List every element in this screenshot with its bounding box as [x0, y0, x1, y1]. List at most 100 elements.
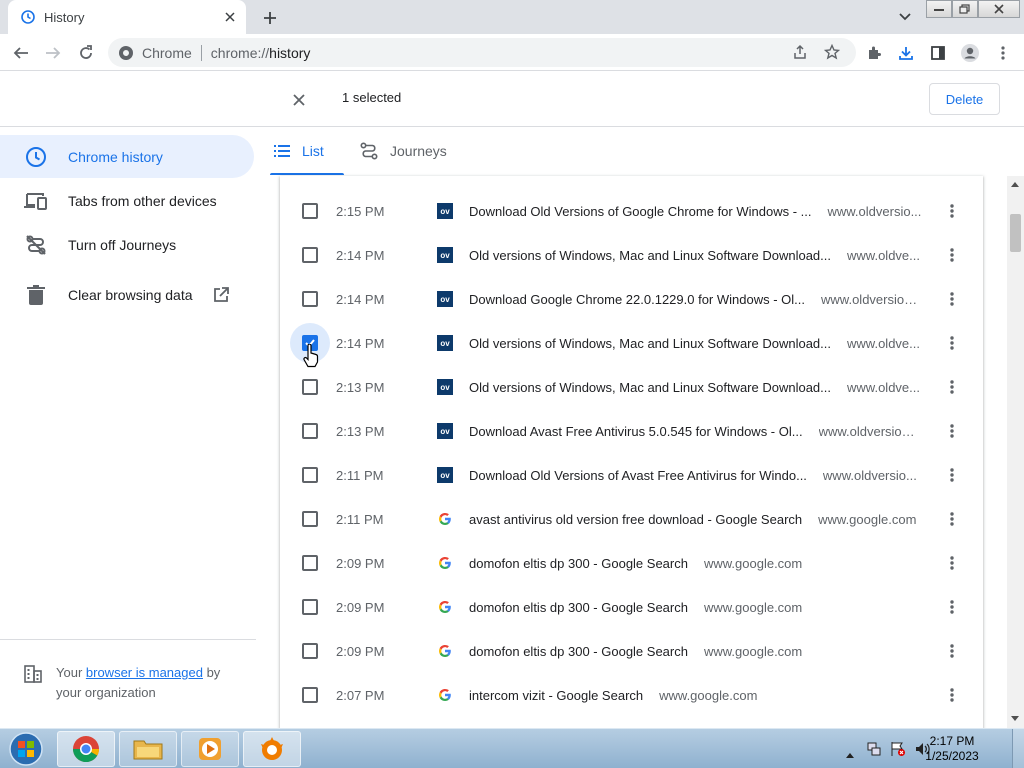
tab-history[interactable]: History: [8, 0, 246, 34]
history-row[interactable]: 2:15 PM ov Download Old Versions of Google…: [280, 189, 983, 233]
scrollbar-thumb[interactable]: [1010, 214, 1021, 252]
extensions-icon[interactable]: [861, 40, 887, 66]
more-actions-icon[interactable]: [940, 199, 964, 223]
page-title-link[interactable]: Download Old Versions of Google Chrome f…: [469, 204, 811, 219]
explorer-icon[interactable]: [119, 731, 177, 767]
page-title-link[interactable]: avast antivirus old version free downloa…: [469, 512, 802, 527]
google-favicon-icon: [437, 687, 453, 703]
scroll-down-arrow[interactable]: [1011, 716, 1019, 721]
page-title-link[interactable]: intercom vizit - Google Search: [469, 688, 643, 703]
menu-kebab-icon[interactable]: [990, 40, 1016, 66]
history-row[interactable]: 2:13 PM ov Old versions of Windows, Mac an…: [280, 365, 983, 409]
row-checkbox[interactable]: [302, 247, 318, 263]
media-player-icon[interactable]: [181, 731, 239, 767]
chrome-icon[interactable]: [57, 731, 115, 767]
page-title-link[interactable]: Old versions of Windows, Mac and Linux S…: [469, 336, 831, 351]
row-checkbox[interactable]: [302, 423, 318, 439]
row-checkbox[interactable]: [302, 511, 318, 527]
title-and-domain: Old versions of Windows, Mac and Linux S…: [469, 380, 929, 395]
history-row[interactable]: 2:09 PM domofon eltis dp 300 - Google Sea…: [280, 585, 983, 629]
sidebar-item-chrome-history[interactable]: Chrome history: [0, 135, 254, 178]
more-actions-icon[interactable]: [940, 463, 964, 487]
side-panel-icon[interactable]: [925, 40, 951, 66]
history-icon: [20, 9, 36, 25]
more-actions-icon[interactable]: [940, 639, 964, 663]
minimize-button[interactable]: [926, 0, 952, 18]
forward-icon[interactable]: [40, 40, 66, 66]
avast-icon[interactable]: [243, 731, 301, 767]
downloads-icon[interactable]: [893, 40, 919, 66]
delete-button[interactable]: Delete: [929, 83, 1000, 115]
row-checkbox[interactable]: [302, 203, 318, 219]
page-title-link[interactable]: Old versions of Windows, Mac and Linux S…: [469, 380, 831, 395]
sidebar-item-label: Turn off Journeys: [68, 236, 177, 253]
browser-managed-link[interactable]: browser is managed: [86, 665, 203, 680]
more-actions-icon[interactable]: [940, 595, 964, 619]
history-row[interactable]: 2:11 PM avast antivirus old version free …: [280, 497, 983, 541]
history-row[interactable]: 2:14 PM ov Old versions of Windows, Mac an…: [280, 321, 983, 365]
page-domain: www.google.com: [818, 511, 917, 527]
page-title-link[interactable]: domofon eltis dp 300 - Google Search: [469, 600, 688, 615]
more-actions-icon[interactable]: [940, 243, 964, 267]
row-checkbox[interactable]: [302, 467, 318, 483]
page-domain: www.oldversio...: [822, 467, 917, 483]
scroll-up-arrow[interactable]: [1011, 182, 1019, 187]
tab-search-icon[interactable]: [894, 6, 916, 28]
list-icon: [274, 145, 290, 157]
maximize-button[interactable]: [952, 0, 978, 18]
history-row[interactable]: 2:14 PM ov Old versions of Windows, Mac an…: [280, 233, 983, 277]
close-window-button[interactable]: [978, 0, 1020, 18]
history-row[interactable]: 2:09 PM domofon eltis dp 300 - Google Sea…: [280, 629, 983, 673]
address-bar[interactable]: Chrome chrome://history: [108, 38, 856, 67]
more-actions-icon[interactable]: [940, 287, 964, 311]
history-row[interactable]: 2:11 PM ov Download Old Versions of Avast …: [280, 453, 983, 497]
sidebar-item-tabs-from-other-devices[interactable]: Tabs from other devices: [0, 179, 254, 222]
page-domain: www.oldversio...: [827, 203, 922, 219]
back-icon[interactable]: [8, 40, 34, 66]
page-title-link[interactable]: Download Old Versions of Avast Free Anti…: [469, 468, 807, 483]
more-actions-icon[interactable]: [940, 331, 964, 355]
network-icon[interactable]: [866, 741, 882, 762]
show-hidden-icons-icon[interactable]: [846, 745, 854, 763]
more-actions-icon[interactable]: [940, 419, 964, 443]
row-checkbox[interactable]: [302, 643, 318, 659]
more-actions-icon[interactable]: [940, 375, 964, 399]
show-desktop-button[interactable]: [1012, 729, 1024, 768]
share-icon[interactable]: [792, 44, 808, 65]
site-name: Chrome: [142, 44, 192, 61]
page-title-link[interactable]: domofon eltis dp 300 - Google Search: [469, 644, 688, 659]
browser-toolbar: Chrome chrome://history: [0, 34, 1024, 71]
clear-selection-icon[interactable]: [288, 89, 310, 111]
more-actions-icon[interactable]: [940, 683, 964, 707]
row-checkbox[interactable]: [302, 291, 318, 307]
bookmark-star-icon[interactable]: [823, 43, 841, 65]
history-row[interactable]: 2:07 PM intercom vizit - Google Search www…: [280, 673, 983, 717]
history-row[interactable]: 2:14 PM ov Download Google Chrome 22.0.122…: [280, 277, 983, 321]
sidebar-item-clear-browsing-data[interactable]: Clear browsing data: [0, 273, 254, 316]
history-row[interactable]: 2:13 PM ov Download Avast Free Antivirus 5…: [280, 409, 983, 453]
tab-journeys[interactable]: Journeys: [360, 127, 447, 175]
close-tab-icon[interactable]: [220, 7, 240, 27]
profile-avatar-icon[interactable]: [957, 40, 983, 66]
start-button[interactable]: [4, 730, 48, 768]
taskbar-clock[interactable]: 2:17 PM 1/25/2023: [920, 734, 984, 764]
tab-list[interactable]: List: [274, 127, 324, 175]
history-row[interactable]: 2:09 PM domofon eltis dp 300 - Google Sea…: [280, 541, 983, 585]
page-title-link[interactable]: Old versions of Windows, Mac and Linux S…: [469, 248, 831, 263]
more-actions-icon[interactable]: [940, 507, 964, 531]
page-title-link[interactable]: Download Google Chrome 22.0.1229.0 for W…: [469, 292, 805, 307]
row-checkbox[interactable]: [302, 379, 318, 395]
row-checkbox[interactable]: [302, 555, 318, 571]
row-checkbox[interactable]: [302, 687, 318, 703]
page-title-link[interactable]: Download Avast Free Antivirus 5.0.545 fo…: [469, 424, 803, 439]
more-actions-icon[interactable]: [940, 551, 964, 575]
scrollbar[interactable]: [1007, 176, 1024, 728]
action-center-flag-icon[interactable]: [890, 741, 906, 762]
reload-icon[interactable]: [73, 40, 99, 66]
row-checkbox[interactable]: [302, 599, 318, 615]
history-list: 2:15 PM ov Download Old Versions of Google…: [280, 176, 983, 728]
sidebar-item-turn-off-journeys[interactable]: Turn off Journeys: [0, 223, 254, 266]
page-title-link[interactable]: domofon eltis dp 300 - Google Search: [469, 556, 688, 571]
new-tab-button[interactable]: [258, 6, 282, 30]
page-domain: www.oldversion...: [821, 291, 922, 307]
